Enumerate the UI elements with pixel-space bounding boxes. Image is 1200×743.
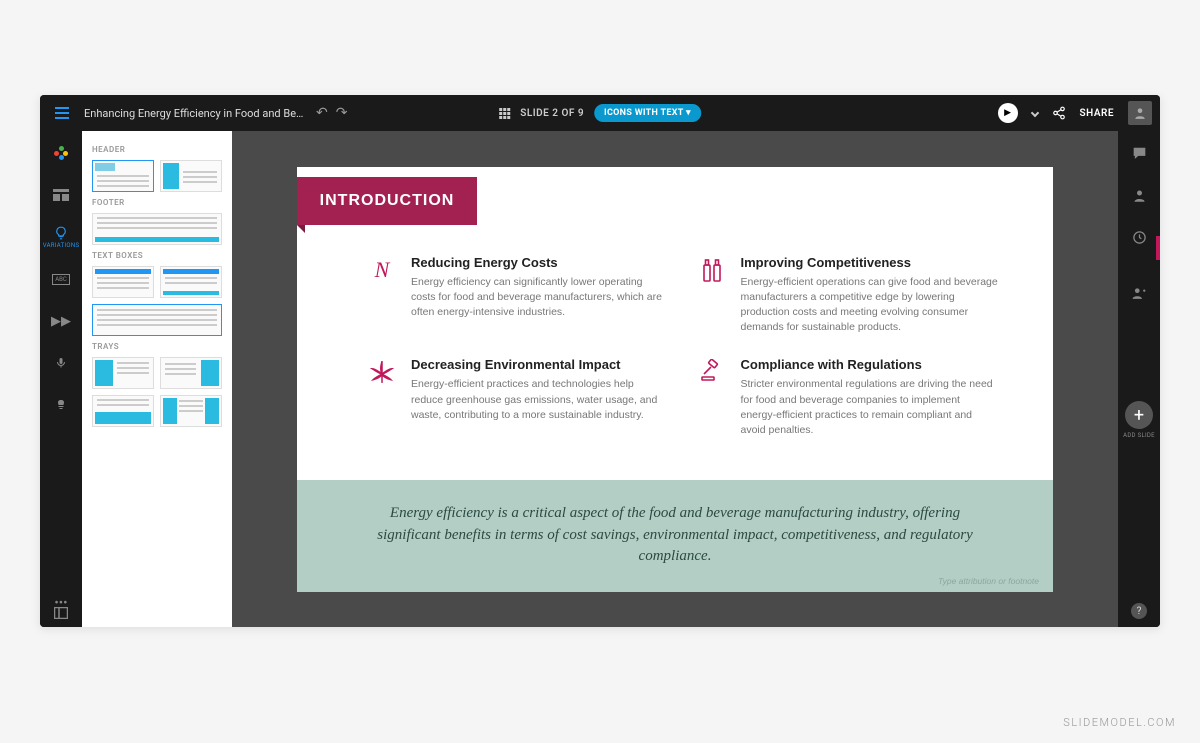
top-right-controls: ▶ SHARE — [998, 101, 1152, 125]
undo-redo-group: ↶ ↷ — [316, 105, 347, 121]
collapse-panel-button[interactable] — [47, 607, 75, 619]
gavel-icon — [697, 357, 727, 438]
variations-panel: HEADER FOOTER TEXT BOXES — [82, 131, 232, 627]
history-button[interactable] — [1125, 223, 1153, 251]
variations-section-textboxes: TEXT BOXES — [92, 251, 222, 260]
summary-tray[interactable]: Energy efficiency is a critical aspect o… — [297, 480, 1053, 592]
variations-label: VARIATIONS — [43, 242, 80, 249]
letter-n-icon: N — [367, 255, 397, 336]
collaborator-button[interactable] — [1125, 181, 1153, 209]
header-variation-1[interactable] — [92, 160, 154, 192]
record-button[interactable] — [47, 349, 75, 377]
slide-indicator[interactable]: SLIDE 2 OF 9 — [520, 108, 584, 119]
abc-icon: ABC — [52, 274, 70, 285]
animate-button[interactable]: ▶▶ — [47, 307, 75, 335]
variations-section-header: HEADER — [92, 145, 222, 154]
slide-canvas-area[interactable]: INTRODUCTION N Reducing Energy Costs Ene… — [232, 131, 1118, 627]
main-menu-button[interactable] — [48, 99, 76, 127]
feature-title[interactable]: Decreasing Environmental Impact — [411, 357, 669, 372]
feature-title[interactable]: Compliance with Regulations — [741, 357, 999, 372]
share-icon — [1052, 106, 1066, 120]
feature-title[interactable]: Reducing Energy Costs — [411, 255, 669, 270]
top-bar: Enhancing Energy Efficiency in Food and … — [40, 95, 1160, 131]
redo-button[interactable]: ↷ — [336, 105, 348, 121]
app-window: Enhancing Energy Efficiency in Food and … — [40, 95, 1160, 627]
undo-button[interactable]: ↶ — [316, 105, 328, 121]
layout-button[interactable] — [47, 181, 75, 209]
slide-marker — [1156, 236, 1160, 260]
feature-item[interactable]: Improving Competitiveness Energy-efficie… — [697, 255, 999, 336]
comments-button[interactable] — [1125, 139, 1153, 167]
add-slide-button[interactable]: + ADD SLIDE — [1123, 401, 1155, 439]
share-button[interactable]: SHARE — [1080, 108, 1114, 119]
left-tool-rail: VARIATIONS ABC ▶▶ ••• — [40, 131, 82, 627]
header-variation-2[interactable] — [160, 160, 222, 192]
feature-description[interactable]: Energy-efficient operations can give foo… — [741, 275, 999, 336]
cannabis-leaf-icon — [367, 357, 397, 438]
slide-title[interactable]: INTRODUCTION — [297, 177, 477, 225]
bottles-icon — [697, 255, 727, 336]
interact-button[interactable] — [47, 391, 75, 419]
present-dropdown-icon[interactable] — [1030, 109, 1038, 117]
feature-description[interactable]: Stricter environmental regulations are d… — [741, 377, 999, 438]
plus-icon: + — [1125, 401, 1153, 429]
textbox-variation-3[interactable] — [92, 304, 222, 336]
user-avatar[interactable] — [1128, 101, 1152, 125]
document-title[interactable]: Enhancing Energy Efficiency in Food and … — [84, 107, 304, 120]
right-rail: + ADD SLIDE ? — [1118, 131, 1160, 627]
text-tool-button[interactable]: ABC — [47, 265, 75, 293]
tray-variation-4[interactable] — [160, 395, 222, 427]
title-shadow-decoration — [297, 225, 305, 233]
center-controls: SLIDE 2 OF 9 ICONS WITH TEXT ▾ — [499, 104, 701, 122]
tray-variation-3[interactable] — [92, 395, 154, 427]
features-grid: N Reducing Energy Costs Energy efficienc… — [367, 255, 998, 439]
add-slide-label: ADD SLIDE — [1123, 432, 1155, 439]
feature-item[interactable]: Compliance with Regulations Stricter env… — [697, 357, 999, 438]
layout-selector[interactable]: ICONS WITH TEXT ▾ — [594, 104, 701, 122]
summary-text[interactable]: Energy efficiency is a critical aspect o… — [377, 503, 973, 568]
footnote-placeholder[interactable]: Type attribution or footnote — [938, 576, 1039, 586]
textbox-variation-2[interactable] — [160, 266, 222, 298]
tray-variation-2[interactable] — [160, 357, 222, 389]
tray-variation-1[interactable] — [92, 357, 154, 389]
feature-description[interactable]: Energy-efficient practices and technolog… — [411, 377, 669, 423]
feature-description[interactable]: Energy efficiency can significantly lowe… — [411, 275, 669, 321]
slide-grid-icon[interactable] — [499, 108, 510, 119]
themes-button[interactable] — [47, 139, 75, 167]
feature-item[interactable]: Decreasing Environmental Impact Energy-e… — [367, 357, 669, 438]
variations-section-footer: FOOTER — [92, 198, 222, 207]
help-button[interactable]: ? — [1131, 603, 1147, 619]
feature-title[interactable]: Improving Competitiveness — [741, 255, 999, 270]
add-collaborator-button[interactable] — [1125, 279, 1153, 307]
app-body: VARIATIONS ABC ▶▶ ••• HEADER — [40, 131, 1160, 627]
variations-button[interactable]: VARIATIONS — [47, 223, 75, 251]
slide[interactable]: INTRODUCTION N Reducing Energy Costs Ene… — [297, 167, 1053, 592]
watermark: SLIDEMODEL.COM — [1063, 716, 1176, 729]
feature-item[interactable]: N Reducing Energy Costs Energy efficienc… — [367, 255, 669, 336]
textbox-variation-1[interactable] — [92, 266, 154, 298]
variations-section-trays: TRAYS — [92, 342, 222, 351]
footer-variation-1[interactable] — [92, 213, 222, 245]
present-button[interactable]: ▶ — [998, 103, 1018, 123]
